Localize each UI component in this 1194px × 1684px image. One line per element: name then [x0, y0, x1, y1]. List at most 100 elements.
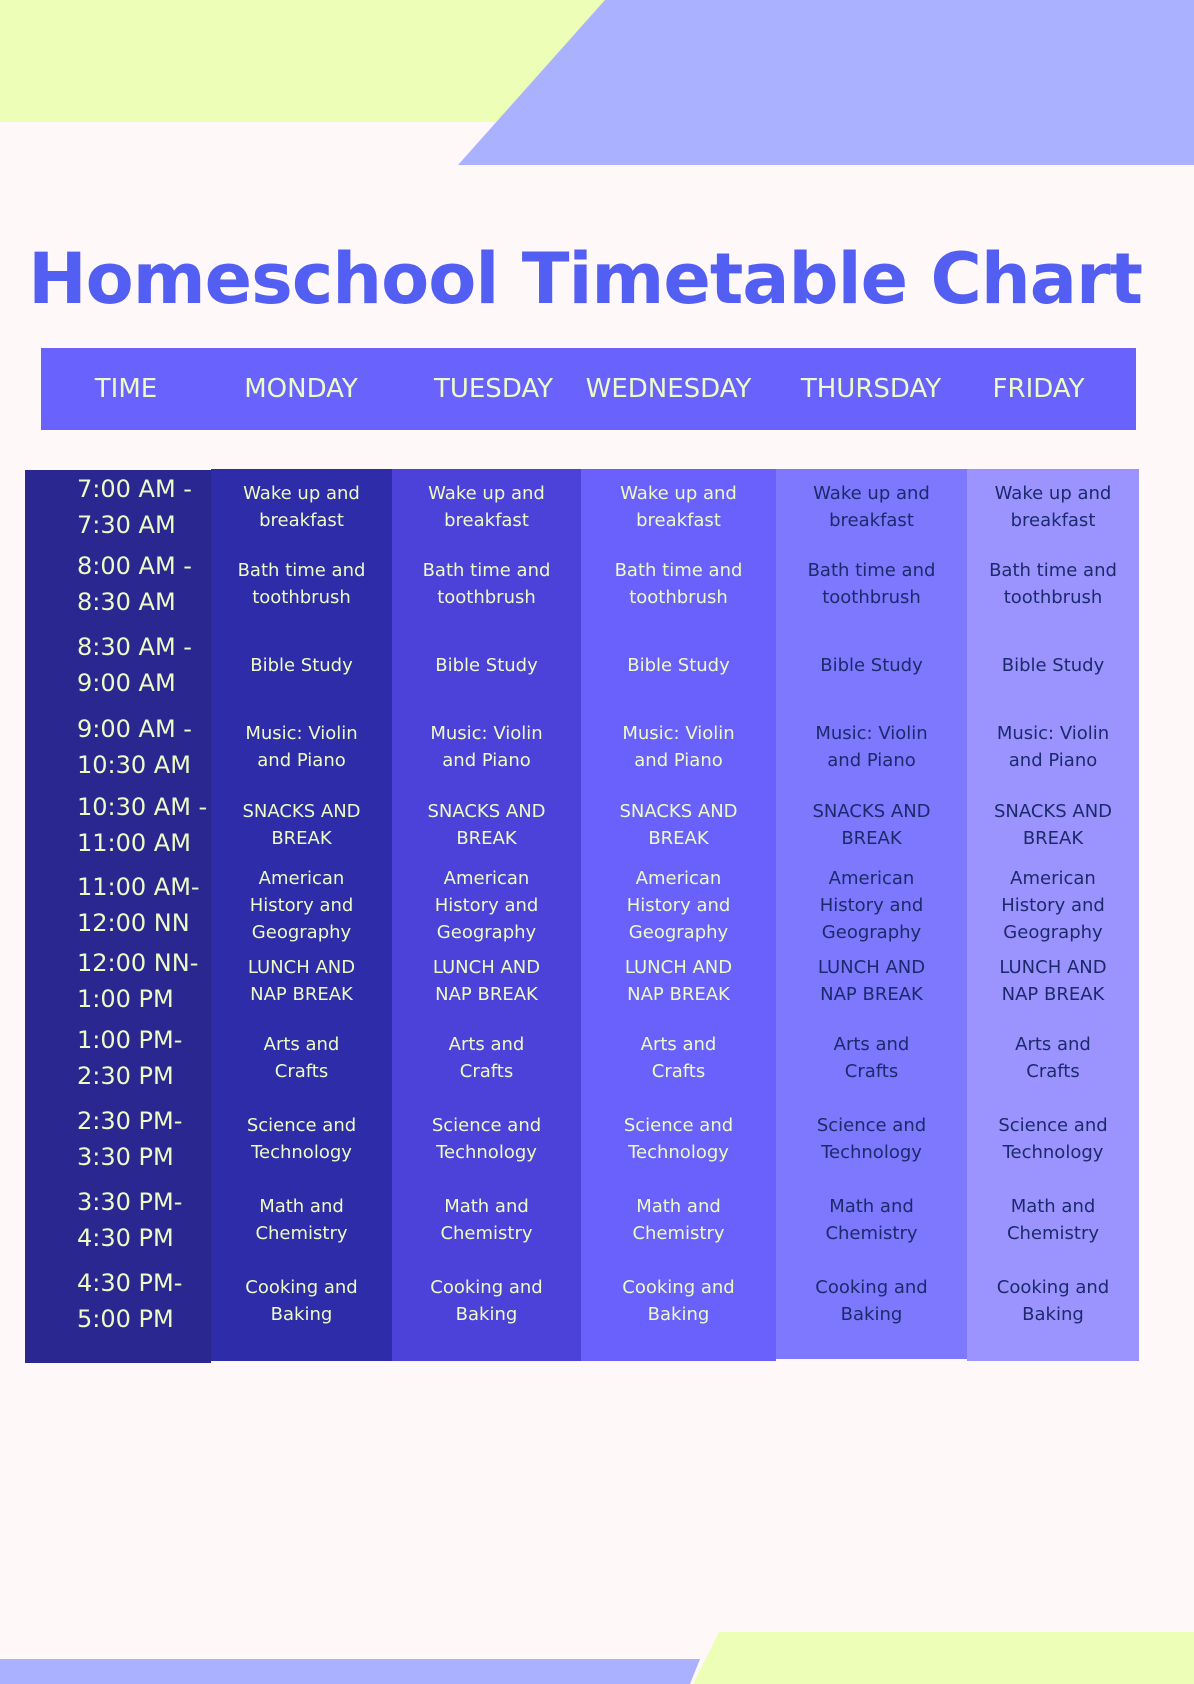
activity-text: Bible Study — [1001, 654, 1105, 676]
activity-cell: LUNCH AND NAP BREAK — [392, 944, 581, 1018]
time-slot: 1:00 PM- 2:30 PM — [25, 1019, 211, 1097]
activity-cell: LUNCH AND NAP BREAK — [967, 944, 1139, 1018]
activity-text: Music: Violin and Piano — [430, 723, 543, 771]
activity-cell: American History and Geography — [967, 864, 1139, 946]
time-slot: 10:30 AM - 11:00 AM — [25, 787, 211, 863]
activity-text: Cooking and Baking — [622, 1277, 735, 1325]
activity-text: Science and Technology — [623, 1115, 734, 1163]
time-slot: 11:00 AM- 12:00 NN — [25, 864, 211, 946]
time-slot-line: 11:00 AM- — [77, 873, 200, 901]
time-slot: 8:00 AM - 8:30 AM — [25, 546, 211, 621]
time-slot-text: 4:30 PM- 5:00 PM — [77, 1265, 182, 1337]
activity-text: Bible Study — [250, 654, 353, 676]
thursday-column: Wake up and breakfast Bath time and tooth… — [776, 469, 967, 1359]
time-slot-text: 11:00 AM- 12:00 NN — [77, 869, 200, 941]
activity-cell: Science and Technology — [776, 1099, 967, 1179]
header-tuesday: TUESDAY — [433, 374, 554, 404]
activity-cell: Bible Study — [967, 623, 1139, 707]
activity-cell: American History and Geography — [211, 864, 392, 946]
activity-text: SNACKS AND BREAK — [993, 801, 1113, 849]
activity-text: American History and Geography — [434, 867, 539, 943]
wednesday-column: Wake up and breakfast Bath time and tooth… — [581, 469, 776, 1361]
activity-text: Bath time and toothbrush — [989, 559, 1117, 608]
activity-cell: Cooking and Baking — [581, 1261, 776, 1341]
activity-cell: Bath time and toothbrush — [581, 546, 776, 621]
activity-text: Science and Technology — [431, 1115, 542, 1163]
activity-cell: SNACKS AND BREAK — [967, 787, 1139, 863]
activity-cell: American History and Geography — [776, 864, 967, 946]
activity-cell: Arts and Crafts — [581, 1019, 776, 1097]
activity-cell: SNACKS AND BREAK — [392, 787, 581, 863]
activity-text: Science and Technology — [246, 1115, 357, 1163]
time-slot-line: 4:30 PM — [77, 1224, 174, 1252]
activity-text: American History and Geography — [626, 867, 731, 943]
activity-text: Arts and Crafts — [263, 1034, 340, 1082]
time-slot-line: 8:00 AM - — [77, 551, 192, 580]
time-slot: 8:30 AM - 9:00 AM — [25, 623, 211, 707]
time-slot-line: 4:30 PM- — [77, 1269, 183, 1297]
activity-text: SNACKS AND BREAK — [427, 801, 546, 849]
time-slot-line: 5:00 PM — [77, 1305, 174, 1333]
header-time: TIME — [94, 374, 158, 404]
activity-cell: Cooking and Baking — [967, 1261, 1139, 1341]
time-slot-text: 9:00 AM - 10:30 AM — [77, 711, 192, 783]
friday-column: Wake up and breakfast Bath time and tooth… — [967, 469, 1139, 1361]
activity-cell: Math and Chemistry — [211, 1181, 392, 1259]
time-slot-text: 7:00 AM - 7:30 AM — [77, 471, 192, 543]
time-slot-text: 12:00 NN- 1:00 PM — [77, 945, 198, 1017]
monday-column: Wake up and breakfast Bath time and tooth… — [211, 469, 392, 1361]
activity-text: Bible Study — [627, 654, 730, 676]
time-slot: 9:00 AM - 10:30 AM — [25, 709, 211, 785]
time-slot-line: 10:30 AM - — [77, 793, 208, 821]
activity-text: Math and Chemistry — [632, 1196, 725, 1244]
activity-text: American History and Geography — [819, 867, 924, 943]
time-slot-line: 11:00 AM — [77, 829, 191, 857]
time-slot: 2:30 PM- 3:30 PM — [25, 1099, 211, 1179]
activity-text: LUNCH AND NAP BREAK — [999, 957, 1107, 1005]
activity-cell: Wake up and breakfast — [776, 469, 967, 544]
time-slot-text: 2:30 PM- 3:30 PM — [77, 1103, 182, 1175]
header-monday: MONDAY — [244, 374, 358, 404]
time-slot: 7:00 AM - 7:30 AM — [25, 469, 211, 544]
activity-text: Music: Violin and Piano — [245, 723, 358, 771]
time-slot-line: 2:30 PM- — [77, 1107, 183, 1135]
activity-cell: Music: Violin and Piano — [967, 709, 1139, 785]
time-slot-line: 7:00 AM - — [77, 474, 192, 503]
activity-cell: Science and Technology — [392, 1099, 581, 1179]
activity-text: Wake up and breakfast — [994, 482, 1112, 531]
activity-text: Cooking and Baking — [815, 1277, 928, 1325]
activity-text: Music: Violin and Piano — [622, 723, 735, 771]
activity-cell: Science and Technology — [967, 1099, 1139, 1179]
activity-text: Cooking and Baking — [996, 1277, 1110, 1325]
header-friday: FRIDAY — [992, 374, 1085, 404]
time-slot-text: 8:00 AM - 8:30 AM — [77, 548, 192, 620]
time-slot-text: 10:30 AM - 11:00 AM — [77, 789, 207, 861]
activity-cell: Bath time and toothbrush — [776, 546, 967, 621]
time-slot-line: 8:30 AM — [77, 587, 176, 616]
activity-text: SNACKS AND BREAK — [619, 801, 738, 849]
decor-bottom-right-green-parallelogram — [693, 1632, 1194, 1684]
activity-text: Arts and Crafts — [640, 1034, 717, 1082]
activity-cell: Math and Chemistry — [581, 1181, 776, 1259]
activity-text: SNACKS AND BREAK — [242, 801, 361, 849]
time-slot-text: 3:30 PM- 4:30 PM — [77, 1184, 182, 1256]
activity-cell: LUNCH AND NAP BREAK — [581, 944, 776, 1018]
activity-cell: Cooking and Baking — [392, 1261, 581, 1341]
activity-text: Wake up and breakfast — [243, 482, 360, 531]
activity-cell: Math and Chemistry — [776, 1181, 967, 1259]
activity-text: LUNCH AND NAP BREAK — [247, 957, 356, 1005]
activity-cell: Arts and Crafts — [776, 1019, 967, 1097]
activity-text: Wake up and breakfast — [428, 482, 545, 531]
activity-cell: Bath time and toothbrush — [211, 546, 392, 621]
activity-cell: Bible Study — [776, 623, 967, 707]
activity-cell: Arts and Crafts — [211, 1019, 392, 1097]
activity-cell: Cooking and Baking — [776, 1261, 967, 1341]
activity-cell: Bible Study — [581, 623, 776, 707]
activity-text: SNACKS AND BREAK — [812, 801, 931, 849]
activity-cell: Wake up and breakfast — [967, 469, 1139, 544]
activity-text: Cooking and Baking — [245, 1277, 358, 1325]
activity-text: Bath time and toothbrush — [422, 559, 551, 608]
time-slot-line: 1:00 PM — [77, 985, 174, 1013]
activity-text: LUNCH AND NAP BREAK — [624, 957, 733, 1005]
activity-text: Arts and Crafts — [833, 1034, 910, 1082]
